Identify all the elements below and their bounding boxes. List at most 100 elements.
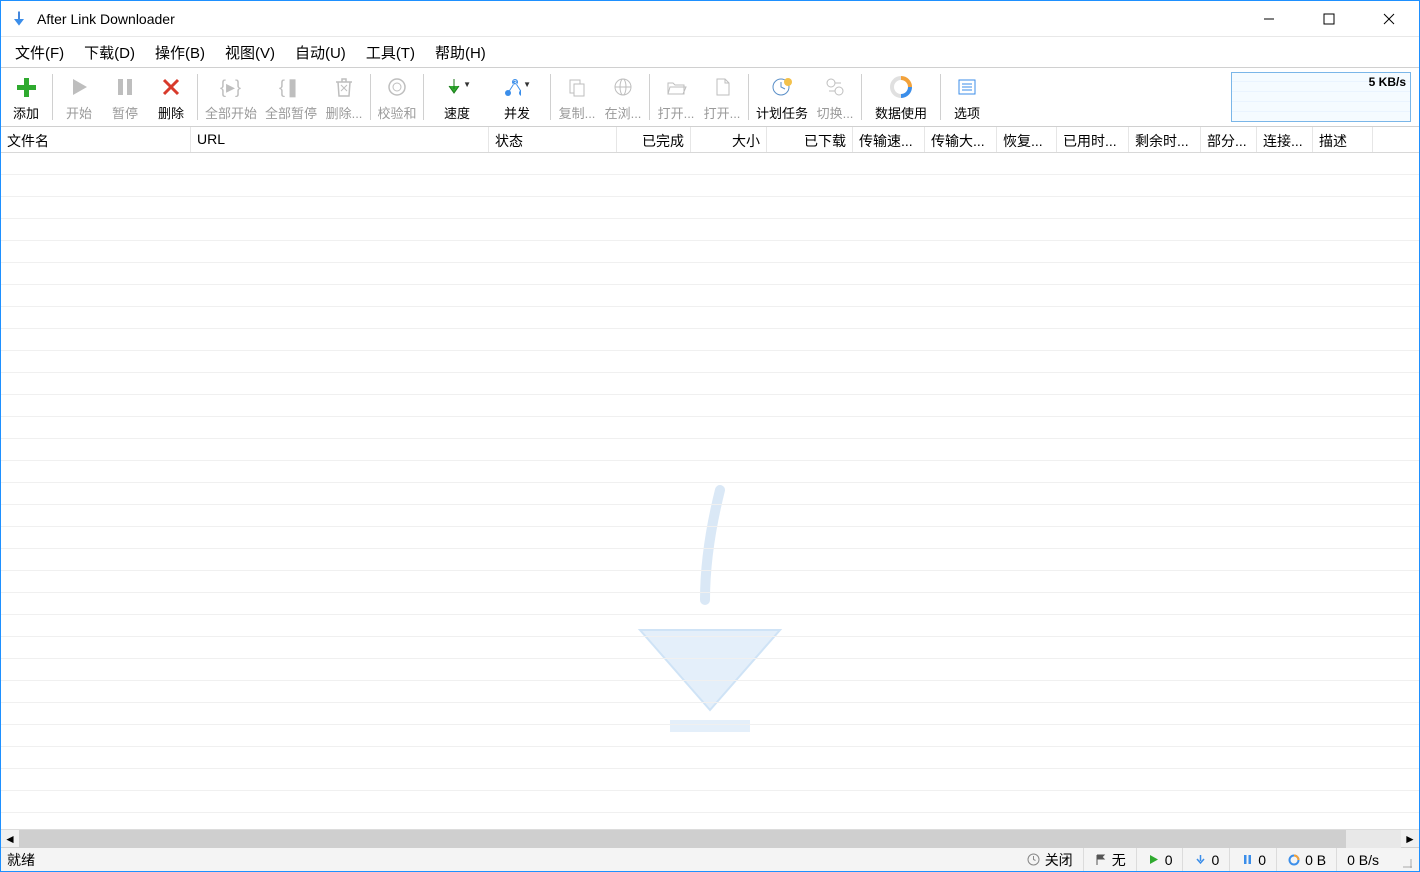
clock-icon (768, 73, 796, 101)
svg-text:{▸}: {▸} (220, 77, 241, 97)
play-small-icon (1147, 853, 1161, 867)
checksum-button[interactable]: 校验和 (374, 68, 420, 126)
speed-graph-panel[interactable]: 5 KB/s (1231, 72, 1411, 122)
window-title: After Link Downloader (37, 11, 175, 27)
toolbar: 添加 开始 暂停 删除 {▸} 全部开始 {❚❚ 全部暂停 删除... 校验和 … (1, 67, 1419, 127)
column-header[interactable]: 已用时... (1057, 127, 1129, 152)
concurrent-button[interactable]: 3▼ 并发 (487, 68, 547, 126)
resize-grip-icon[interactable] (1395, 851, 1413, 869)
table-row (1, 659, 1419, 681)
status-bar: 就绪 关闭 无 0 0 0 0 B 0 B/s (1, 847, 1419, 871)
ring-small-icon (1287, 853, 1301, 867)
column-header[interactable]: 已下载 (767, 127, 853, 152)
table-row (1, 505, 1419, 527)
table-row (1, 791, 1419, 813)
options-icon (953, 73, 981, 101)
flag-icon (1094, 853, 1108, 867)
delete-more-button[interactable]: 删除... (321, 68, 367, 126)
globe-icon (609, 73, 637, 101)
menu-auto[interactable]: 自动(U) (285, 38, 356, 67)
down-small-icon (1193, 853, 1207, 867)
pause-small-icon (1240, 853, 1254, 867)
column-header[interactable]: 文件名 (1, 127, 191, 152)
scroll-thumb[interactable] (19, 830, 1346, 848)
column-header[interactable]: 描述 (1313, 127, 1373, 152)
column-header[interactable]: 部分... (1201, 127, 1257, 152)
horizontal-scrollbar[interactable]: ◄ ► (1, 829, 1419, 847)
table-row (1, 637, 1419, 659)
clock-small-icon (1027, 853, 1041, 867)
status-ready: 就绪 (7, 850, 35, 870)
svg-text:{❚❚: {❚❚ (279, 77, 304, 98)
x-icon (157, 73, 185, 101)
menu-action[interactable]: 操作(B) (145, 38, 215, 67)
start-all-button[interactable]: {▸} 全部开始 (201, 68, 261, 126)
table-row (1, 615, 1419, 637)
fingerprint-icon (383, 73, 411, 101)
status-flag[interactable]: 无 (1083, 848, 1136, 871)
table-row (1, 263, 1419, 285)
menu-tools[interactable]: 工具(T) (356, 38, 425, 67)
column-header[interactable]: 状态 (489, 127, 617, 152)
open-file-button[interactable]: 打开... (699, 68, 745, 126)
add-button[interactable]: 添加 (3, 68, 49, 126)
column-header[interactable]: 剩余时... (1129, 127, 1201, 152)
open-folder-button[interactable]: 打开... (653, 68, 699, 126)
status-active-count: 0 (1136, 848, 1183, 871)
column-header[interactable]: 连接... (1257, 127, 1313, 152)
network-icon: 3▼ (503, 73, 531, 101)
menu-help[interactable]: 帮助(H) (425, 38, 496, 67)
column-header[interactable]: 传输速... (853, 127, 925, 152)
column-header[interactable]: 恢复... (997, 127, 1057, 152)
table-row (1, 417, 1419, 439)
table-row (1, 813, 1419, 829)
table-row (1, 351, 1419, 373)
play-icon (65, 73, 93, 101)
table-row (1, 461, 1419, 483)
menu-download[interactable]: 下载(D) (74, 38, 145, 67)
status-data-total: 0 B (1276, 848, 1336, 871)
table-row (1, 395, 1419, 417)
switch-button[interactable]: 切换... (812, 68, 858, 126)
app-icon (9, 9, 29, 29)
scroll-left-icon[interactable]: ◄ (1, 830, 19, 848)
pause-all-icon: {❚❚ (277, 73, 305, 101)
column-header[interactable]: 大小 (691, 127, 767, 152)
table-row (1, 329, 1419, 351)
pause-button[interactable]: 暂停 (102, 68, 148, 126)
start-button[interactable]: 开始 (56, 68, 102, 126)
menu-view[interactable]: 视图(V) (215, 38, 285, 67)
usage-ring-icon (887, 73, 915, 101)
title-bar: After Link Downloader (1, 1, 1419, 37)
scroll-right-icon[interactable]: ► (1401, 830, 1419, 848)
plus-icon (12, 73, 40, 101)
copy-icon (563, 73, 591, 101)
maximize-button[interactable] (1299, 1, 1359, 37)
speed-button[interactable]: ▼ 速度 (427, 68, 487, 126)
table-body[interactable] (1, 153, 1419, 829)
data-usage-button[interactable]: 数据使用 (865, 68, 937, 126)
column-header[interactable]: 已完成 (617, 127, 691, 152)
scroll-track[interactable] (19, 830, 1401, 848)
table-row (1, 527, 1419, 549)
schedule-button[interactable]: 计划任务 (752, 68, 812, 126)
column-header[interactable]: URL (191, 127, 489, 152)
copy-button[interactable]: 复制... (554, 68, 600, 126)
open-browser-button[interactable]: 在浏... (600, 68, 646, 126)
table-row (1, 681, 1419, 703)
delete-button[interactable]: 删除 (148, 68, 194, 126)
pause-all-button[interactable]: {❚❚ 全部暂停 (261, 68, 321, 126)
pause-icon (111, 73, 139, 101)
table-header: 文件名URL状态已完成大小已下载传输速...传输大...恢复...已用时...剩… (1, 127, 1419, 153)
close-button[interactable] (1359, 1, 1419, 37)
speed-graph-label: 5 KB/s (1369, 75, 1406, 89)
options-button[interactable]: 选项 (944, 68, 990, 126)
table-row (1, 175, 1419, 197)
minimize-button[interactable] (1239, 1, 1299, 37)
table-row (1, 219, 1419, 241)
status-timer[interactable]: 关闭 (1017, 848, 1083, 871)
column-header[interactable]: 传输大... (925, 127, 997, 152)
status-pause-count: 0 (1229, 848, 1276, 871)
table-row (1, 769, 1419, 791)
menu-file[interactable]: 文件(F) (5, 38, 74, 67)
